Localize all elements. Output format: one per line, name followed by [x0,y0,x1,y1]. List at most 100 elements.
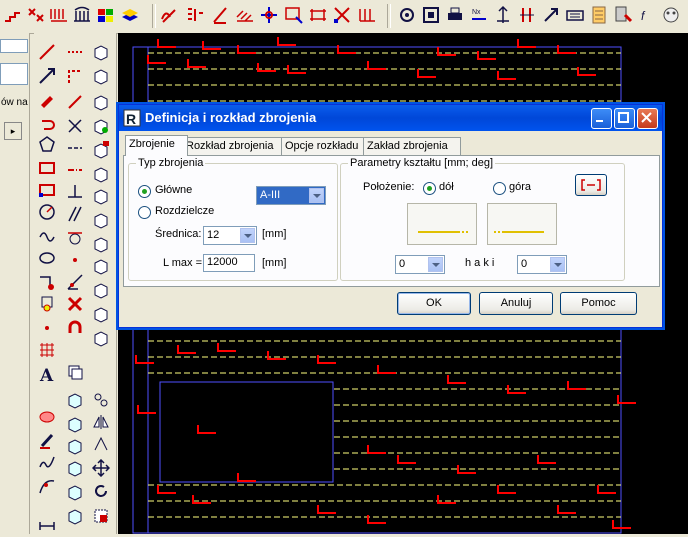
pen-tool-icon[interactable] [36,429,58,451]
point-tool-icon[interactable] [36,317,58,339]
rectangle-tool-icon[interactable] [36,157,58,179]
diameter-select[interactable]: 12 [203,226,257,245]
left-panel-field[interactable] [0,63,28,85]
polyline-tool-icon[interactable] [36,65,58,87]
chevron-down-icon[interactable] [240,228,255,243]
hook-shape-button[interactable] [575,174,607,196]
offset-icon[interactable] [90,433,112,455]
transform1-icon[interactable] [90,41,112,63]
dimension-icon[interactable] [49,5,69,25]
radio-top[interactable] [493,182,506,195]
rectangle-ref-tool-icon[interactable] [36,179,58,201]
print-icon[interactable] [445,5,465,25]
shape-add-tool-icon[interactable] [36,271,58,293]
point-mark-icon[interactable] [64,249,86,271]
trim-icon[interactable] [332,5,352,25]
tab-rozklad-zbrojenia[interactable]: Rozkład zbrojenia [182,137,286,155]
vertical-arrows-icon[interactable] [493,5,513,25]
transform5-icon[interactable] [90,139,112,161]
normal-icon[interactable]: Nx [469,5,489,25]
tick-marks-icon[interactable] [185,5,205,25]
hatch-tool-icon[interactable] [36,339,58,361]
transform3-icon[interactable] [90,91,112,113]
help-button[interactable]: Pomoc [560,292,637,315]
transform4-icon[interactable] [90,115,112,137]
steel-class-select[interactable]: A-III [256,186,326,205]
scale-icon[interactable] [90,505,112,527]
zoom-window-icon[interactable] [284,5,304,25]
curve-edit-tool-icon[interactable] [36,475,58,497]
shape-preview-top[interactable] [487,203,557,245]
tab-opcje-rozkladu[interactable]: Opcje rozkładu [281,137,369,155]
transform6-icon[interactable] [90,163,112,185]
magnet-icon[interactable] [64,317,86,339]
cube6-icon[interactable] [64,505,86,527]
snap-icon[interactable] [397,5,417,25]
mask-icon[interactable] [661,5,681,25]
copy-chain-icon[interactable] [90,389,112,411]
palette-icon[interactable] [96,5,116,25]
undo-arc-tool-icon[interactable] [36,113,58,135]
chevron-down-icon[interactable] [550,257,565,272]
pencil-curve-icon[interactable] [160,5,180,25]
move-icon[interactable] [90,457,112,479]
tangent-icon[interactable] [64,227,86,249]
line-tool-icon[interactable] [36,41,58,63]
hook-left-select[interactable]: 0 [395,255,445,274]
ok-button[interactable]: OK [397,292,471,315]
hook-right-select[interactable]: 0 [517,255,567,274]
transform2-icon[interactable] [90,65,112,87]
repeat-icon[interactable] [26,5,46,25]
parallel-icon[interactable] [64,203,86,225]
box-icon[interactable] [421,5,441,25]
minimize-button[interactable] [591,108,612,129]
transform10-icon[interactable] [90,255,112,277]
slash-icon[interactable] [210,5,230,25]
dialog-titlebar[interactable]: R Definicja i rozkład zbrojenia [119,105,662,131]
wave-tool-icon[interactable] [36,225,58,247]
diagonal-icon[interactable] [64,91,86,113]
tab-zaklad-zbrojenia[interactable]: Zakład zbrojenia [363,137,461,155]
chevron-down-icon[interactable] [428,257,443,272]
cube1-icon[interactable] [64,389,86,411]
dotted-line-icon[interactable] [64,41,86,63]
transform13-icon[interactable] [90,327,112,349]
close-button[interactable] [637,108,658,129]
text-tool-icon[interactable]: A [36,363,58,385]
stretch-icon[interactable] [308,5,328,25]
chevron-down-icon[interactable] [309,188,324,203]
mirror-icon[interactable] [90,411,112,433]
expand-arrow-button[interactable]: ▸ [4,122,22,140]
ij-icon[interactable] [517,5,537,25]
grid-icon[interactable] [357,5,377,25]
cancel-button[interactable]: Anuluj [479,292,553,315]
eraser-tool-icon[interactable] [36,89,58,111]
hatch-icon[interactable] [235,5,255,25]
settings-icon[interactable] [589,5,609,25]
transform11-icon[interactable] [90,279,112,301]
maximize-button[interactable] [614,108,635,129]
move-cross-icon[interactable] [259,5,279,25]
cube4-icon[interactable] [64,457,86,479]
dash-dot-icon[interactable] [64,159,86,181]
stack-icon[interactable] [64,361,86,383]
shape-preview-bottom[interactable] [407,203,477,245]
cloud-tool-icon[interactable] [36,405,58,427]
radio-main[interactable] [138,185,151,198]
transform9-icon[interactable] [90,233,112,255]
freehand-tool-icon[interactable] [36,451,58,473]
radio-bottom[interactable] [423,182,436,195]
tab-zbrojenie[interactable]: Zbrojenie [125,135,188,156]
cube2-icon[interactable] [64,413,86,435]
transform7-icon[interactable] [90,185,112,207]
arrow-icon[interactable] [541,5,561,25]
delete-icon[interactable] [64,293,86,315]
transform8-icon[interactable] [90,209,112,231]
transform12-icon[interactable] [90,303,112,325]
columns-icon[interactable] [72,5,92,25]
cube3-icon[interactable] [64,435,86,457]
ellipse-tool-icon[interactable] [36,247,58,269]
layers-icon[interactable] [120,5,140,25]
shape-star-tool-icon[interactable] [36,293,58,315]
fx-icon[interactable]: f [637,5,657,25]
